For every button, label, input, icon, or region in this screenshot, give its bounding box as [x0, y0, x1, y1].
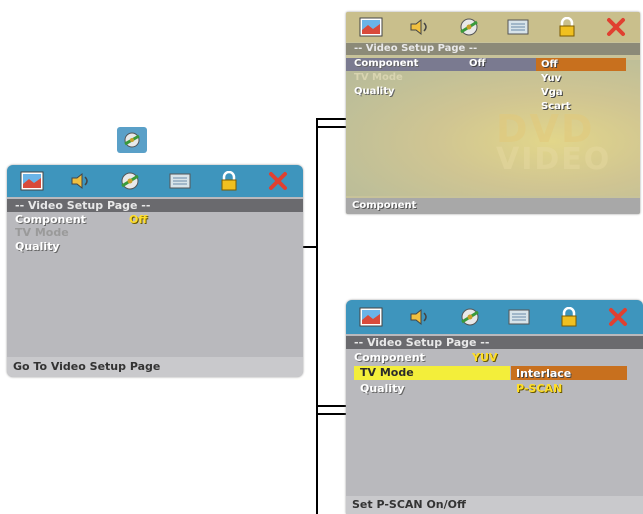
- menu-icon-bar: [346, 12, 640, 42]
- option-scart[interactable]: Scart: [541, 101, 571, 112]
- row-tv-mode-label[interactable]: TV Mode: [354, 72, 403, 83]
- status-bar: Set P-SCAN On/Off: [346, 496, 643, 514]
- picture-icon[interactable]: [358, 16, 384, 38]
- row-quality-label[interactable]: Quality: [360, 382, 405, 395]
- close-icon[interactable]: [265, 170, 291, 192]
- lock-icon[interactable]: [216, 170, 242, 192]
- row-component-value: Off: [129, 213, 148, 226]
- row-quality-label[interactable]: Quality: [15, 240, 60, 253]
- video-setup-panel-tv-mode: -- Video Setup Page -- Component YUV TV …: [346, 300, 643, 514]
- row-component-label[interactable]: Component: [354, 351, 425, 364]
- preferences-icon[interactable]: [506, 306, 532, 328]
- speaker-icon[interactable]: [407, 306, 433, 328]
- background-logo-art-2: VIDEO: [496, 142, 612, 177]
- page-title: -- Video Setup Page --: [7, 199, 303, 212]
- picture-icon[interactable]: [19, 170, 45, 192]
- speaker-icon[interactable]: [407, 16, 433, 38]
- row-quality-label[interactable]: Quality: [354, 86, 395, 97]
- connector-vertical: [316, 118, 318, 514]
- speaker-icon[interactable]: [68, 170, 94, 192]
- row-component-label[interactable]: Component: [15, 213, 86, 226]
- option-interlace[interactable]: Interlace: [516, 367, 571, 380]
- page-title: -- Video Setup Page --: [346, 43, 640, 55]
- video-setup-icon: [117, 127, 147, 153]
- option-p-scan[interactable]: P-SCAN: [516, 382, 562, 395]
- video-setup-panel-main: -- Video Setup Page -- Component Off TV …: [7, 165, 303, 377]
- video-reel-icon[interactable]: [456, 16, 482, 38]
- row-component-label[interactable]: Component: [354, 58, 418, 69]
- connector-bottom-1: [316, 405, 346, 407]
- row-component-value: Off: [469, 58, 486, 69]
- connector-top-2: [316, 126, 346, 128]
- row-tv-mode-label[interactable]: TV Mode: [15, 226, 69, 239]
- picture-icon[interactable]: [358, 306, 384, 328]
- menu-icon-bar: [346, 300, 643, 334]
- close-icon[interactable]: [603, 16, 629, 38]
- connector-top-1: [316, 118, 346, 120]
- video-reel-icon[interactable]: [457, 306, 483, 328]
- status-bar: Go To Video Setup Page: [7, 357, 303, 377]
- lock-icon[interactable]: [556, 306, 582, 328]
- option-yuv[interactable]: Yuv: [541, 73, 561, 84]
- row-component-value: YUV: [472, 351, 498, 364]
- preferences-icon[interactable]: [505, 16, 531, 38]
- page-title: -- Video Setup Page --: [346, 336, 643, 349]
- connector-branch-left: [302, 246, 318, 248]
- menu-icon-bar: [7, 165, 303, 197]
- option-vga[interactable]: Vga: [541, 87, 563, 98]
- video-setup-panel-component: DVD VIDEO -- Video Setup Page -- Compone…: [346, 12, 640, 214]
- close-icon[interactable]: [605, 306, 631, 328]
- row-tv-mode-label[interactable]: TV Mode: [360, 366, 414, 379]
- connector-bottom-2: [316, 413, 346, 415]
- status-bar: Component: [346, 198, 640, 214]
- preferences-icon[interactable]: [167, 170, 193, 192]
- option-off[interactable]: Off: [541, 59, 558, 70]
- video-reel-icon[interactable]: [117, 170, 143, 192]
- lock-icon[interactable]: [554, 16, 580, 38]
